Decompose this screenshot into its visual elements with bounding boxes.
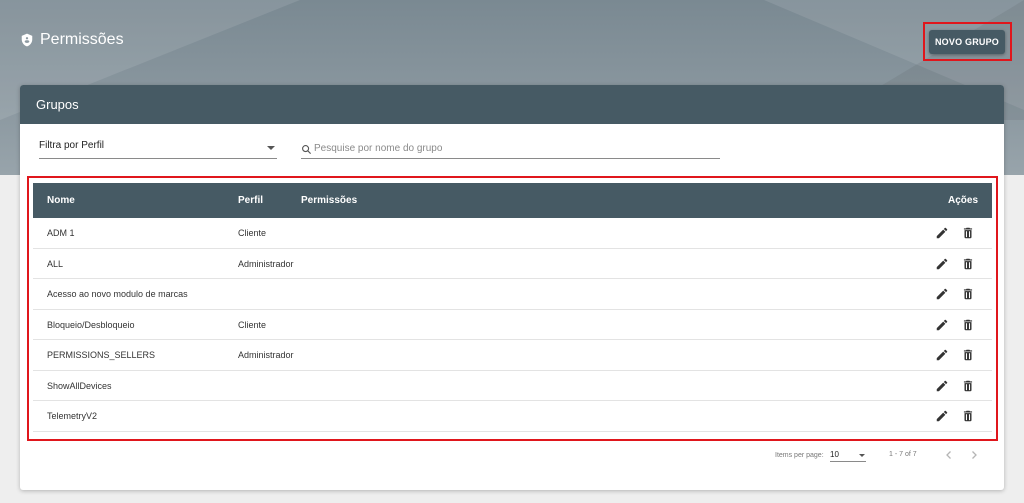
delete-icon[interactable] (961, 409, 975, 423)
edit-icon[interactable] (935, 409, 949, 423)
delete-icon[interactable] (961, 287, 975, 301)
group-name: ALL (47, 258, 64, 269)
delete-icon[interactable] (961, 379, 975, 393)
search-icon (302, 145, 312, 155)
table-row: Acesso ao novo modulo de marcas (33, 279, 992, 310)
table-row: ShowAllDevices (33, 371, 992, 401)
page-title-text: Permissões (40, 31, 124, 48)
group-search (301, 140, 720, 159)
column-header-permissions: Permissões (301, 195, 358, 206)
column-header-name: Nome (47, 195, 75, 206)
delete-icon[interactable] (961, 257, 975, 271)
group-perfil: Administrador (238, 350, 294, 360)
edit-icon[interactable] (935, 348, 949, 362)
group-name: ShowAllDevices (47, 380, 112, 391)
items-per-page-value: 10 (830, 450, 839, 459)
table-row: Bloqueio/Desbloqueio Cliente (33, 310, 992, 340)
edit-icon[interactable] (935, 379, 949, 393)
table-row: ADM 1 Cliente (33, 218, 992, 249)
edit-icon[interactable] (935, 226, 949, 240)
group-name: Acesso ao novo modulo de marcas (47, 289, 188, 299)
paginator: Items per page: 10 1 - 7 of 7 (20, 445, 1004, 469)
chevron-left-icon[interactable] (943, 449, 955, 461)
group-perfil: Cliente (238, 319, 267, 330)
group-name: PERMISSIONS_SELLERS (47, 350, 156, 360)
edit-icon[interactable] (935, 318, 949, 332)
shield-icon (21, 33, 33, 47)
group-perfil: Administrador (238, 258, 294, 269)
page-title: Permissões (20, 31, 124, 49)
table-row: TelemetryV2 (33, 401, 992, 432)
page-range-label: 1 - 7 of 7 (889, 451, 917, 458)
profile-filter-select[interactable]: Filtra por Perfil (39, 140, 277, 159)
chevron-down-icon (267, 146, 275, 150)
items-per-page-label: Items per page: (775, 452, 824, 459)
edit-icon[interactable] (935, 287, 949, 301)
groups-table: Nome Perfil Permissões Ações ADM 1 Clien… (33, 183, 992, 432)
search-input[interactable] (314, 140, 714, 156)
table-header: Nome Perfil Permissões Ações (33, 183, 992, 218)
groups-card: Grupos Filtra por Perfil Nome Perfil Per… (20, 85, 1004, 490)
new-group-button[interactable]: NOVO GRUPO (929, 30, 1005, 54)
table-row: ALL Administrador (33, 249, 992, 279)
group-name: Bloqueio/Desbloqueio (47, 319, 135, 330)
group-name: TelemetryV2 (47, 411, 98, 421)
delete-icon[interactable] (961, 348, 975, 362)
column-header-perfil: Perfil (238, 195, 264, 206)
delete-icon[interactable] (961, 226, 975, 240)
edit-icon[interactable] (935, 257, 949, 271)
column-header-actions: Ações (948, 195, 979, 206)
group-name: ADM 1 (47, 228, 75, 238)
items-per-page-select[interactable]: 10 (830, 450, 866, 462)
chevron-right-icon[interactable] (968, 449, 980, 461)
profile-filter-value: Filtra por Perfil (39, 140, 105, 151)
delete-icon[interactable] (961, 318, 975, 332)
group-perfil: Cliente (238, 228, 267, 238)
chevron-down-icon (859, 454, 865, 457)
table-row: PERMISSIONS_SELLERS Administrador (33, 340, 992, 371)
card-title: Grupos (20, 85, 1004, 124)
